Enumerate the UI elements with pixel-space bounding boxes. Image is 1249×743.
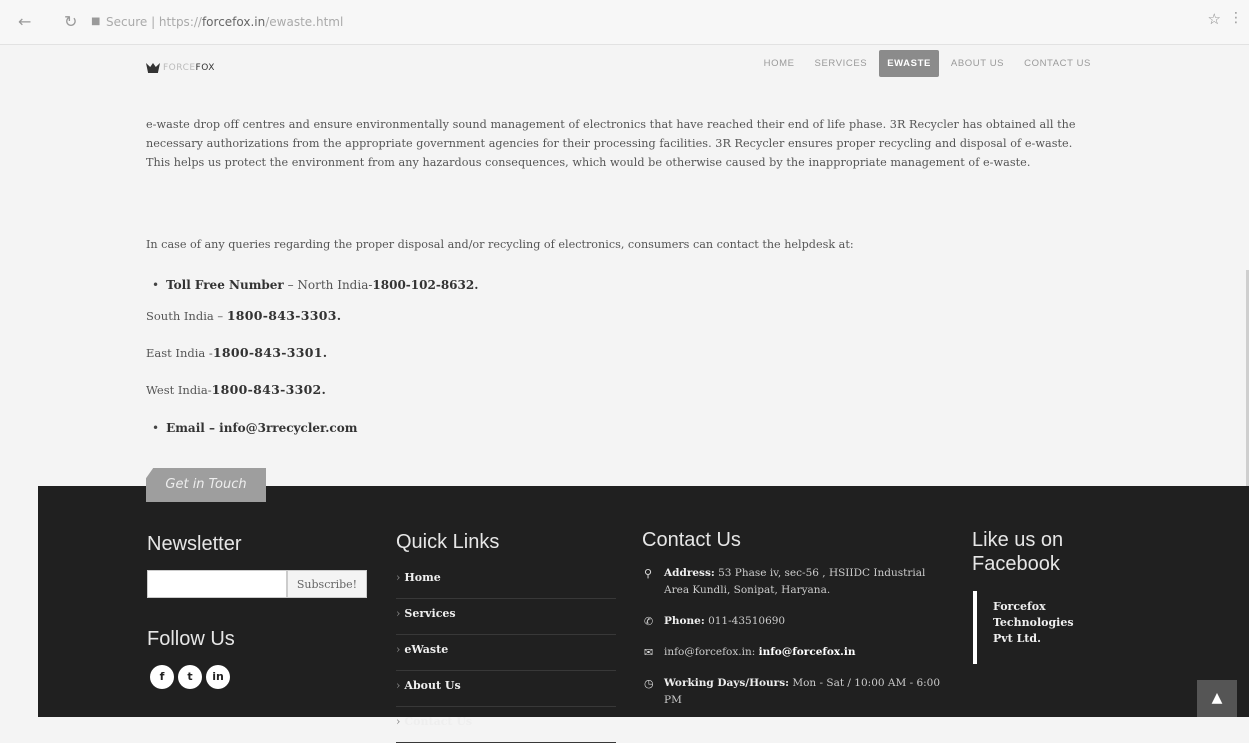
- scroll-to-top-button[interactable]: ▲: [1197, 680, 1237, 717]
- logo-text: FORCEFOX: [163, 63, 215, 73]
- email-link[interactable]: info@forcefox.in: [759, 646, 856, 658]
- chevron-right-icon: ›: [396, 679, 401, 692]
- phone-icon: ✆: [644, 615, 654, 628]
- fox-logo-icon: [146, 63, 160, 73]
- quick-link-ewaste[interactable]: › eWaste: [396, 635, 616, 671]
- phone-item: ✆ Phone: 011-43510690: [644, 615, 786, 628]
- nav-about-us[interactable]: ABOUT US: [943, 50, 1012, 77]
- main-content: e-waste drop off centres and ensure envi…: [146, 115, 1086, 435]
- chevron-right-icon: ›: [396, 643, 401, 656]
- newsletter-email-input[interactable]: [147, 570, 287, 598]
- south-india-line: South India – 1800-843-3303.: [146, 308, 342, 323]
- email-item: • Email – info@3rrecycler.com: [152, 421, 358, 435]
- bookmark-star-icon[interactable]: ☆: [1208, 10, 1221, 28]
- social-links: f t in: [150, 665, 230, 689]
- envelope-icon: ✉: [644, 646, 654, 659]
- address-bar[interactable]: Secure | https://forcefox.in/ewaste.html: [106, 15, 343, 29]
- nav-contact-us[interactable]: CONTACT US: [1016, 50, 1099, 77]
- email-contact-item: ✉ info@forcefox.in: info@forcefox.in: [644, 646, 856, 659]
- chevron-up-icon: ▲: [1211, 690, 1223, 706]
- toll-free-item: • Toll Free Number – North India-1800-102…: [152, 278, 479, 292]
- main-nav: HOME SERVICES EWASTE ABOUT US CONTACT US: [752, 49, 1099, 77]
- reload-icon[interactable]: ↻: [64, 12, 77, 31]
- chevron-right-icon: ›: [396, 571, 401, 584]
- map-pin-icon: ⚲: [644, 567, 653, 580]
- follow-us-heading: Follow Us: [147, 628, 235, 650]
- site-logo[interactable]: FORCEFOX: [146, 63, 215, 73]
- newsletter-form: Subscribe!: [147, 570, 367, 598]
- clock-icon: ◷: [644, 677, 654, 690]
- quick-link-home[interactable]: › Home: [396, 563, 616, 599]
- quick-link-contact-us[interactable]: › Contact Us: [396, 707, 616, 743]
- get-in-touch-tab[interactable]: Get in Touch: [146, 468, 266, 502]
- nav-services[interactable]: SERVICES: [807, 50, 876, 77]
- nav-ewaste[interactable]: EWASTE: [879, 49, 939, 77]
- facebook-widget[interactable]: Forcefox Technologies Pvt Ltd.: [973, 591, 1093, 664]
- east-india-line: East India -1800-843-3301.: [146, 345, 328, 360]
- menu-dots-icon[interactable]: ⋮: [1229, 10, 1243, 26]
- west-india-line: West India-1800-843-3302.: [146, 382, 327, 397]
- twitter-icon[interactable]: t: [178, 665, 202, 689]
- quick-link-services[interactable]: › Services: [396, 599, 616, 635]
- facebook-icon[interactable]: f: [150, 665, 174, 689]
- lock-icon: ■: [91, 16, 101, 27]
- quick-link-about-us[interactable]: › About Us: [396, 671, 616, 707]
- contact-us-heading: Contact Us: [642, 529, 741, 551]
- facebook-page-name[interactable]: Forcefox Technologies Pvt Ltd.: [993, 599, 1093, 647]
- helpdesk-paragraph: In case of any queries regarding the pro…: [146, 238, 854, 251]
- contact-list: ⚲ Address: 53 Phase iv, sec-56 , HSIIDC …: [644, 565, 944, 723]
- quick-links-list: › Home › Services › eWaste › About Us › Conta…: [396, 563, 616, 743]
- back-arrow-icon[interactable]: ←: [18, 12, 31, 31]
- hours-item: ◷ Working Days/Hours: Mon - Sat / 10:00 …: [644, 675, 944, 709]
- address-item: ⚲ Address: 53 Phase iv, sec-56 , HSIIDC …: [644, 565, 944, 599]
- ewaste-paragraph: e-waste drop off centres and ensure envi…: [146, 118, 1076, 169]
- subscribe-button[interactable]: Subscribe!: [287, 570, 367, 598]
- facebook-heading: Like us on Facebook: [972, 529, 1064, 575]
- nav-home[interactable]: HOME: [756, 50, 803, 77]
- linkedin-icon[interactable]: in: [206, 665, 230, 689]
- chevron-right-icon: ›: [396, 607, 401, 620]
- newsletter-heading: Newsletter: [147, 533, 242, 555]
- browser-toolbar: ← ↻ ■ Secure | https://forcefox.in/ewast…: [0, 0, 1249, 45]
- quick-links-heading: Quick Links: [396, 531, 500, 553]
